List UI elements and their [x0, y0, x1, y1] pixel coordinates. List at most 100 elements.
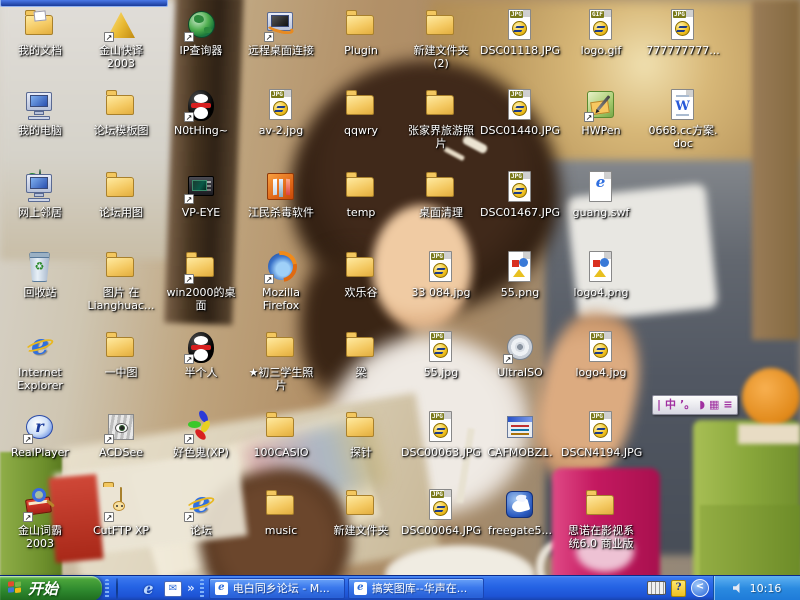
- desktop-icon-remote-desktop-connection[interactable]: 远程桌面连接: [241, 8, 321, 57]
- desktop-icon-temp-folder[interactable]: temp: [321, 170, 401, 219]
- desktop-icon-dsc00063-jpg[interactable]: JPGDSC00063.JPG: [401, 410, 481, 459]
- quick-launch-grip[interactable]: [105, 579, 109, 598]
- ime-drag-handle[interactable]: |: [657, 397, 661, 413]
- icon-label: logo4.jpg: [561, 366, 641, 379]
- desktop-icon-freegate5[interactable]: freegate5...: [480, 488, 560, 537]
- icon-label: av-2.jpg: [241, 124, 321, 137]
- icon-label: 半个人: [161, 366, 241, 379]
- desktop-icon-777777777-jpg[interactable]: JPG777777777...: [643, 8, 723, 57]
- desktop-icon-win2000-desktop-folder[interactable]: win2000的桌 面: [161, 250, 241, 312]
- desktop-icon-haoseggui-xp[interactable]: 好色鬼(XP): [161, 410, 241, 459]
- desktop-icon-jiangmin-antivirus[interactable]: 江民杀毒软件: [241, 170, 321, 219]
- desktop-icon-acdsee[interactable]: ACDSee: [81, 410, 161, 459]
- computer-icon: [23, 88, 57, 122]
- desktop-icon-my-documents[interactable]: 我的文档: [0, 8, 80, 57]
- jpg-icon: JPG: [424, 330, 458, 364]
- desktop-icon-cafmobz1[interactable]: CAFMOBZ1.: [480, 410, 560, 459]
- desktop-icon-my-computer[interactable]: 我的电脑: [0, 88, 80, 137]
- desktop-icon-music-folder[interactable]: music: [241, 488, 321, 537]
- ime-menu[interactable]: ≡: [723, 397, 732, 413]
- desktop-icon-half-person-qq[interactable]: 半个人: [161, 330, 241, 379]
- volume-speaker-icon[interactable]: [733, 583, 744, 593]
- desktop-icon-forum-template-folder[interactable]: 论坛模板图: [81, 88, 161, 137]
- shortcut-arrow-icon: [184, 32, 194, 42]
- desktop-icon-new-folder-2[interactable]: 新建文件夹 (2): [401, 8, 481, 70]
- desktop-icon-55-jpg[interactable]: JPG55.jpg: [401, 330, 481, 379]
- quick-launch-media-swirl-icon[interactable]: [115, 579, 134, 598]
- desktop-icon-forum-images-folder[interactable]: 论坛用图: [81, 170, 161, 219]
- desktop-icon-pictures-lianghuac-folder[interactable]: 图片 在 Lianghuac...: [81, 250, 161, 312]
- desktop-icon-junior3-student-photos-folder[interactable]: ★初三学生照 片: [241, 330, 321, 392]
- start-button[interactable]: 开始: [0, 576, 102, 600]
- icon-label: 金山快译 2003: [81, 44, 161, 70]
- desktop-icon-realplayer[interactable]: rRealPlayer: [0, 410, 80, 459]
- task-button-2[interactable]: e搞笑图库--华声在...: [348, 578, 484, 599]
- desktop-icon-guang-swf[interactable]: eguang.swf: [561, 170, 641, 219]
- icon-label: ACDSee: [81, 446, 161, 459]
- icon-label: Plugin: [321, 44, 401, 57]
- desktop-icon-dsc01118-jpg[interactable]: JPGDSC01118.JPG: [480, 8, 560, 57]
- desktop-icon-yizhongtu-folder[interactable]: 一中图: [81, 330, 161, 379]
- ime-chinese-mode[interactable]: 中: [665, 397, 676, 413]
- ime-punctuation[interactable]: ’。: [680, 397, 695, 413]
- background-window-edge[interactable]: [0, 0, 168, 7]
- task-button-1[interactable]: e电白同乡论坛 - M...: [209, 578, 345, 599]
- desktop-icon-desktop-cleanup-folder[interactable]: 桌面清理: [401, 170, 481, 219]
- taskbar-clock[interactable]: 10:16: [750, 582, 782, 595]
- desktop-icon-logo-gif[interactable]: GIFlogo.gif: [561, 8, 641, 57]
- ime-width-mode[interactable]: ◗: [699, 397, 705, 413]
- desktop-icon-dsc01440-jpg[interactable]: JPGDSC01440.JPG: [480, 88, 560, 137]
- desktop-icon-zhangjiajie-photos-folder[interactable]: 张家界旅游照 片: [401, 88, 481, 150]
- desktop-icon-0668-cc-plan-doc[interactable]: W0668.cc方案. doc: [643, 88, 723, 150]
- icon-label: 我的文档: [0, 44, 80, 57]
- desktop-icon-av-2-jpg[interactable]: JPGav-2.jpg: [241, 88, 321, 137]
- desktop-icon-liang-folder[interactable]: 梁: [321, 330, 401, 379]
- shortcut-arrow-icon: [503, 354, 513, 364]
- desktop-icon-hwpen[interactable]: HWPen: [561, 88, 641, 137]
- desktop-icon-100casio-folder[interactable]: 100CASIO: [241, 410, 321, 459]
- desktop-icon-cutftp-xp[interactable]: CutFTP XP: [81, 488, 161, 537]
- quick-launch-internet-explorer-icon[interactable]: e: [139, 579, 158, 598]
- icon-label: 好色鬼(XP): [161, 446, 241, 459]
- ie-icon: e: [215, 582, 228, 595]
- quick-launch-outlook-express-icon[interactable]: ✉: [163, 579, 182, 598]
- desktop-icon-ip-query-tool[interactable]: IP查询器: [161, 8, 241, 57]
- desktop-icon-recycle-bin[interactable]: ♻回收站: [0, 250, 80, 299]
- desktop-icon-plugin-folder[interactable]: Plugin: [321, 8, 401, 57]
- tray-help-icon[interactable]: ?: [671, 580, 686, 597]
- desktop-icon-vp-eye[interactable]: VP-EYE: [161, 170, 241, 219]
- desktop-icon-nothing-qq[interactable]: N0tHing~: [161, 88, 241, 137]
- ime-soft-keyboard[interactable]: ▦: [709, 397, 719, 413]
- desktop-icon-probe-folder[interactable]: 探针: [321, 410, 401, 459]
- desktop-icon-kingsoft-fastait-2003[interactable]: 金山快译 2003: [81, 8, 161, 70]
- folder-icon: [104, 250, 138, 284]
- task-area-grip[interactable]: [200, 579, 204, 598]
- desktop-icon-33-084-jpg[interactable]: JPG33 084.jpg: [401, 250, 481, 299]
- desktop-icon-dsc01467-jpg[interactable]: JPGDSC01467.JPG: [480, 170, 560, 219]
- vpeye-icon: [184, 170, 218, 204]
- icon-label: 江民杀毒软件: [241, 206, 321, 219]
- folder-icon: [424, 8, 458, 42]
- desktop-icon-new-folder[interactable]: 新建文件夹: [321, 488, 401, 537]
- desktop-icon-forum-link[interactable]: e论坛: [161, 488, 241, 537]
- desktop-icon-dsc00064-jpg[interactable]: JPGDSC00064.JPG: [401, 488, 481, 537]
- desktop-icon-kingsoft-ciba-2003[interactable]: 金山词霸 2003: [0, 488, 80, 550]
- desktop-icon-logo4-jpg[interactable]: JPGlogo4.jpg: [561, 330, 641, 379]
- desktop-icon-logo4-png[interactable]: logo4.png: [561, 250, 641, 299]
- ie-icon: e: [354, 582, 367, 595]
- desktop-icon-happy-valley-folder[interactable]: 欢乐谷: [321, 250, 401, 299]
- quick-launch-overflow-chevron[interactable]: »: [185, 581, 197, 595]
- tray-hide-icons-chevron[interactable]: <: [691, 579, 709, 597]
- desktop-icon-mozilla-firefox[interactable]: Mozilla Firefox: [241, 250, 321, 312]
- desktop-icon-my-network-places[interactable]: 网上邻居: [0, 170, 80, 219]
- desktop-icon-internet-explorer[interactable]: eInternet Explorer: [0, 330, 80, 392]
- tray-ime-keyboard-icon[interactable]: [647, 581, 666, 595]
- desktop-icon-55-png[interactable]: 55.png: [480, 250, 560, 299]
- icon-label: 欢乐谷: [321, 286, 401, 299]
- desktop-icon-dscn4194-jpg[interactable]: JPGDSCN4194.JPG: [561, 410, 641, 459]
- desktop-icon-sinuo-video-system-folder[interactable]: 思诺在影视系 统6.0 商业版: [561, 488, 641, 550]
- ie-icon: e: [184, 488, 218, 522]
- ime-language-bar[interactable]: |中’。◗▦≡: [652, 395, 738, 415]
- desktop-icon-qqwry-folder[interactable]: qqwry: [321, 88, 401, 137]
- desktop-icon-ultraiso[interactable]: UltraISO: [480, 330, 560, 379]
